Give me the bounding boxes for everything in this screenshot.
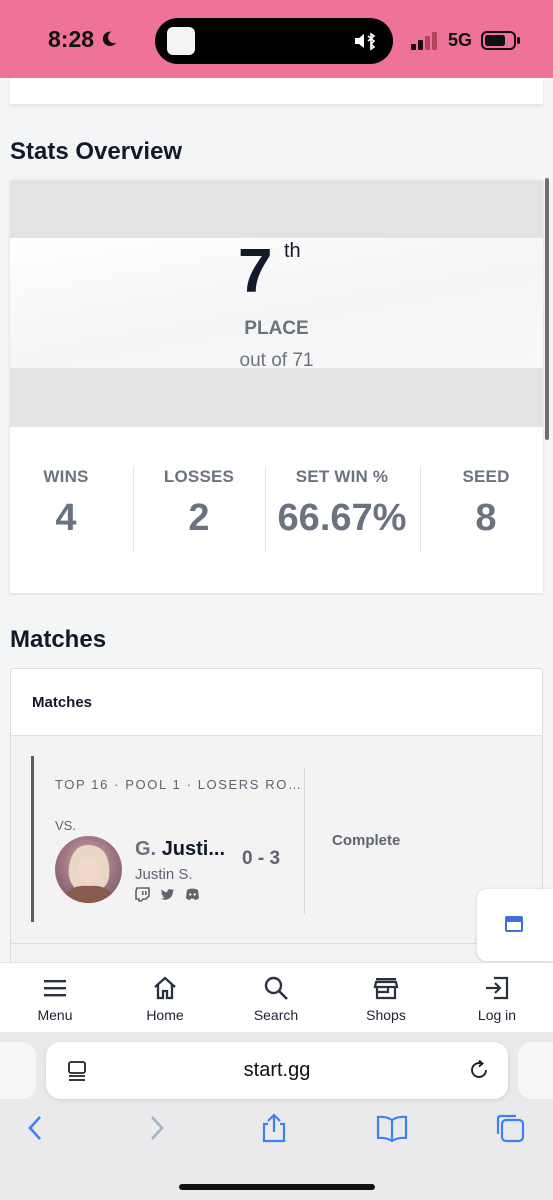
match-round: TOP 16 · POOL 1 · LOSERS ROUN... (55, 777, 305, 792)
opponent-prefix: G. (135, 838, 157, 860)
home-indicator[interactable] (179, 1184, 375, 1190)
match-score: 0 - 3 (242, 848, 281, 869)
avatar-illustration (61, 844, 117, 903)
stat-divider (265, 466, 266, 552)
browser-toolbar: start.gg (0, 1032, 553, 1200)
match-separator (11, 943, 542, 944)
opponent-real-name: Justin S. (135, 866, 193, 883)
shop-icon (373, 978, 399, 1000)
matches-card-header: Matches (32, 694, 93, 711)
stat-seed: SEED 8 (440, 467, 532, 540)
nav-label: Shops (366, 1007, 406, 1023)
search-icon (264, 976, 288, 1000)
status-bar: 8:28 5G (0, 0, 553, 78)
reload-icon[interactable] (468, 1059, 490, 1081)
nav-search[interactable]: Search (221, 963, 331, 1033)
placement-banner-highlight (10, 238, 543, 368)
next-tab-preview[interactable] (518, 1042, 553, 1099)
stat-value: 2 (188, 497, 210, 539)
nav-label: Log in (477, 1007, 517, 1023)
menu-icon (44, 980, 66, 997)
network-type: 5G (448, 30, 473, 50)
share-icon[interactable] (258, 1112, 290, 1144)
opponent-gamertag[interactable]: G. Justi... (135, 838, 231, 861)
previous-tab-preview[interactable] (0, 1042, 36, 1099)
url-text: start.gg (243, 1059, 311, 1081)
match-status-bar (31, 756, 34, 922)
stat-label: WINS (43, 467, 89, 486)
address-bar[interactable]: start.gg (46, 1042, 508, 1099)
match-status: Complete (332, 832, 401, 849)
stat-value: 66.67% (277, 497, 407, 539)
stat-label: SET WIN % (295, 467, 389, 486)
stat-value: 4 (55, 497, 77, 539)
nav-label: Search (253, 1007, 299, 1023)
stat-set-win-percent: SET WIN % 66.67% (268, 467, 416, 540)
twitter-icon[interactable] (160, 887, 175, 902)
placement-label: PLACE (244, 318, 309, 339)
scrollbar[interactable] (545, 178, 549, 440)
placement-out-of: out of 71 (239, 350, 314, 371)
moon-icon (102, 31, 117, 47)
stat-label: LOSSES (163, 467, 235, 486)
forward-icon[interactable] (140, 1112, 172, 1144)
floating-window-button[interactable] (477, 889, 553, 961)
back-icon[interactable] (20, 1112, 52, 1144)
match-row[interactable]: TOP 16 · POOL 1 · LOSERS ROUN... VS. G. … (11, 735, 542, 967)
match-divider (304, 768, 305, 914)
nav-shops[interactable]: Shops (331, 963, 441, 1033)
placement-banner (10, 180, 543, 427)
opponent-avatar[interactable] (55, 836, 122, 903)
bottom-nav: Menu Home Search Shops Log in (0, 962, 553, 1032)
placement-number: 7 (238, 237, 273, 306)
stat-losses: LOSSES 2 (143, 467, 255, 540)
stat-wins: WINS 4 (20, 467, 112, 540)
stat-value: 8 (475, 497, 497, 539)
nav-label: Home (146, 1007, 184, 1023)
stat-label: SEED (462, 467, 510, 486)
placement-suffix: th (284, 240, 301, 262)
nav-home[interactable]: Home (110, 963, 220, 1033)
dynamic-island[interactable] (155, 18, 393, 64)
previous-card-bottom (10, 78, 543, 104)
signal-icon (411, 32, 437, 50)
nav-menu[interactable]: Menu (0, 963, 110, 1033)
nav-login[interactable]: Log in (442, 963, 552, 1033)
matches-card: Matches TOP 16 · POOL 1 · LOSERS ROUN...… (10, 668, 543, 968)
opponent-tag: Justi... (161, 838, 226, 860)
stats-section-title: Stats Overview (10, 138, 183, 165)
muted-bluetooth-icon (355, 32, 376, 51)
window-icon (505, 916, 523, 932)
nav-label: Menu (37, 1007, 73, 1023)
match-vs-label: VS. (55, 818, 76, 833)
battery-icon (481, 31, 520, 50)
twitch-icon[interactable] (135, 887, 150, 902)
tabs-icon[interactable] (494, 1112, 526, 1144)
home-icon (154, 976, 176, 1000)
stat-divider (133, 466, 134, 552)
login-icon (486, 976, 509, 1000)
discord-icon[interactable] (185, 887, 200, 902)
opponent-socials (135, 887, 200, 902)
status-time: 8:28 (48, 26, 95, 52)
matches-section-title: Matches (10, 626, 107, 653)
stat-divider (420, 466, 421, 552)
bookmarks-icon[interactable] (376, 1112, 408, 1144)
now-playing-thumbnail (167, 27, 195, 55)
